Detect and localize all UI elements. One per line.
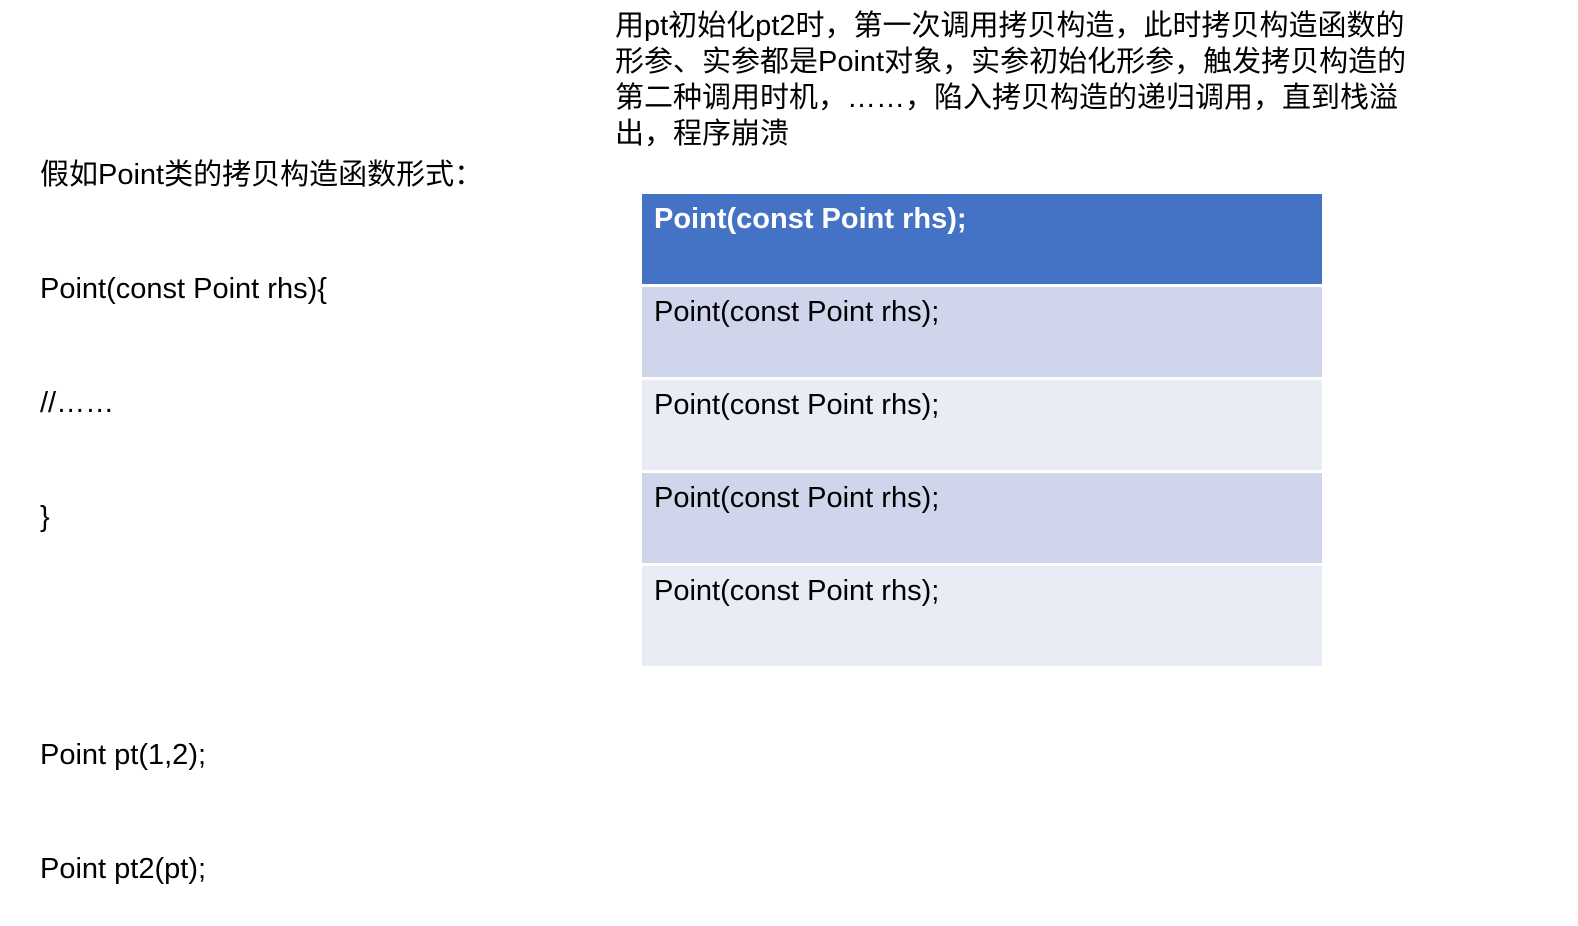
code-line-pt2: Point pt2(pt); bbox=[40, 853, 207, 885]
stack-header-row: Point(const Point rhs); bbox=[642, 194, 1322, 287]
explanation-line: 第二种调用时机，……，陷入拷贝构造的递归调用，直到栈溢 bbox=[615, 82, 1399, 114]
intro-text: 假如Point类的拷贝构造函数形式： bbox=[40, 159, 484, 191]
code-line-pt: Point pt(1,2); bbox=[40, 739, 207, 771]
constructor-signature: Point(const Point rhs){ bbox=[40, 273, 327, 305]
stack-row: Point(const Point rhs); bbox=[642, 287, 1322, 380]
explanation-line: 形参、实参都是Point对象，实参初始化形参，触发拷贝构造的 bbox=[615, 46, 1407, 78]
explanation-line: 出，程序崩溃 bbox=[615, 118, 790, 150]
explanation-paragraph: 用pt初始化pt2时，第一次调用拷贝构造，此时拷贝构造函数的 形参、实参都是Po… bbox=[615, 8, 1505, 152]
copy-constructor-example: 假如Point类的拷贝构造函数形式： Point(const Point rhs… bbox=[40, 80, 580, 926]
constructor-body-comment: //…… bbox=[40, 387, 115, 419]
recursive-call-stack-table: Point(const Point rhs); Point(const Poin… bbox=[642, 194, 1322, 666]
stack-row: Point(const Point rhs); bbox=[642, 473, 1322, 566]
constructor-closing-brace: } bbox=[40, 501, 50, 533]
stack-row: Point(const Point rhs); bbox=[642, 380, 1322, 473]
explanation-line: 用pt初始化pt2时，第一次调用拷贝构造，此时拷贝构造函数的 bbox=[615, 10, 1405, 42]
stack-row: Point(const Point rhs); bbox=[642, 566, 1322, 666]
